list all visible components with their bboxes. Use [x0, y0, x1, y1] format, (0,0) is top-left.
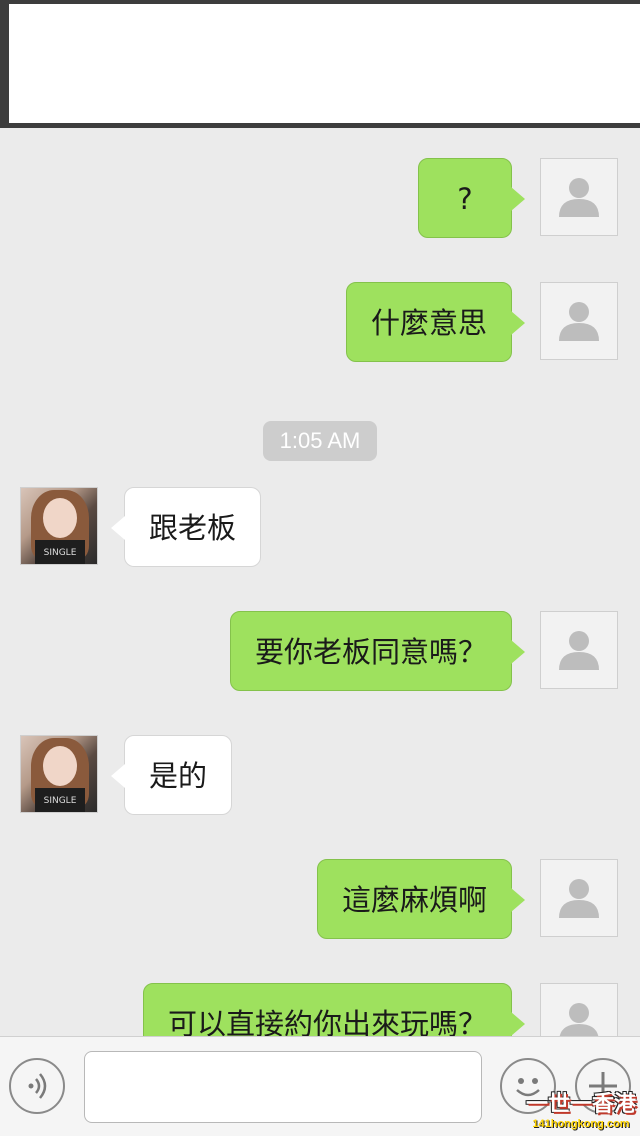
person-icon — [559, 631, 599, 670]
avatar-shirt-text: SINGLE — [35, 540, 85, 564]
message-bubble-outgoing[interactable]: 要你老板同意嗎？ — [229, 611, 526, 691]
chat-area[interactable]: ? 什麼意思 1:05 AM SINGLE 跟老板 要你老板同意嗎？ SINGL… — [0, 128, 640, 1036]
message-bubble-outgoing[interactable]: 什麼意思 — [345, 282, 526, 362]
watermark: 一世一香港 141hongkong.com — [526, 1086, 636, 1130]
message-bubble-outgoing[interactable]: 這麼麻煩啊 — [316, 859, 526, 939]
my-avatar[interactable] — [540, 859, 618, 937]
avatar-shirt-text: SINGLE — [35, 788, 85, 812]
my-avatar[interactable] — [540, 611, 618, 689]
contact-avatar[interactable]: SINGLE — [20, 735, 98, 813]
voice-button[interactable] — [9, 1058, 65, 1114]
person-icon — [559, 302, 599, 341]
person-icon — [559, 178, 599, 217]
message-bubble-incoming[interactable]: 跟老板 — [110, 487, 262, 567]
my-avatar[interactable] — [540, 158, 618, 236]
header-area — [9, 4, 640, 123]
person-icon — [559, 879, 599, 918]
watermark-sub-text: 141hongkong.com — [532, 1118, 630, 1130]
input-toolbar: 一世一香港 141hongkong.com — [0, 1036, 640, 1136]
timestamp: 1:05 AM — [263, 421, 377, 461]
message-bubble-incoming[interactable]: 是的 — [110, 735, 233, 815]
voice-icon — [28, 1073, 47, 1099]
my-avatar[interactable] — [540, 282, 618, 360]
message-bubble-outgoing[interactable]: 可以直接約你出來玩嗎？ — [142, 983, 526, 1036]
message-bubble-outgoing[interactable]: ? — [418, 158, 525, 238]
message-input[interactable] — [84, 1051, 482, 1123]
person-icon — [559, 1003, 599, 1036]
watermark-main-text: 一世一香港 — [525, 1092, 636, 1117]
contact-avatar[interactable]: SINGLE — [20, 487, 98, 565]
my-avatar[interactable] — [540, 983, 618, 1036]
top-bar — [0, 0, 640, 128]
